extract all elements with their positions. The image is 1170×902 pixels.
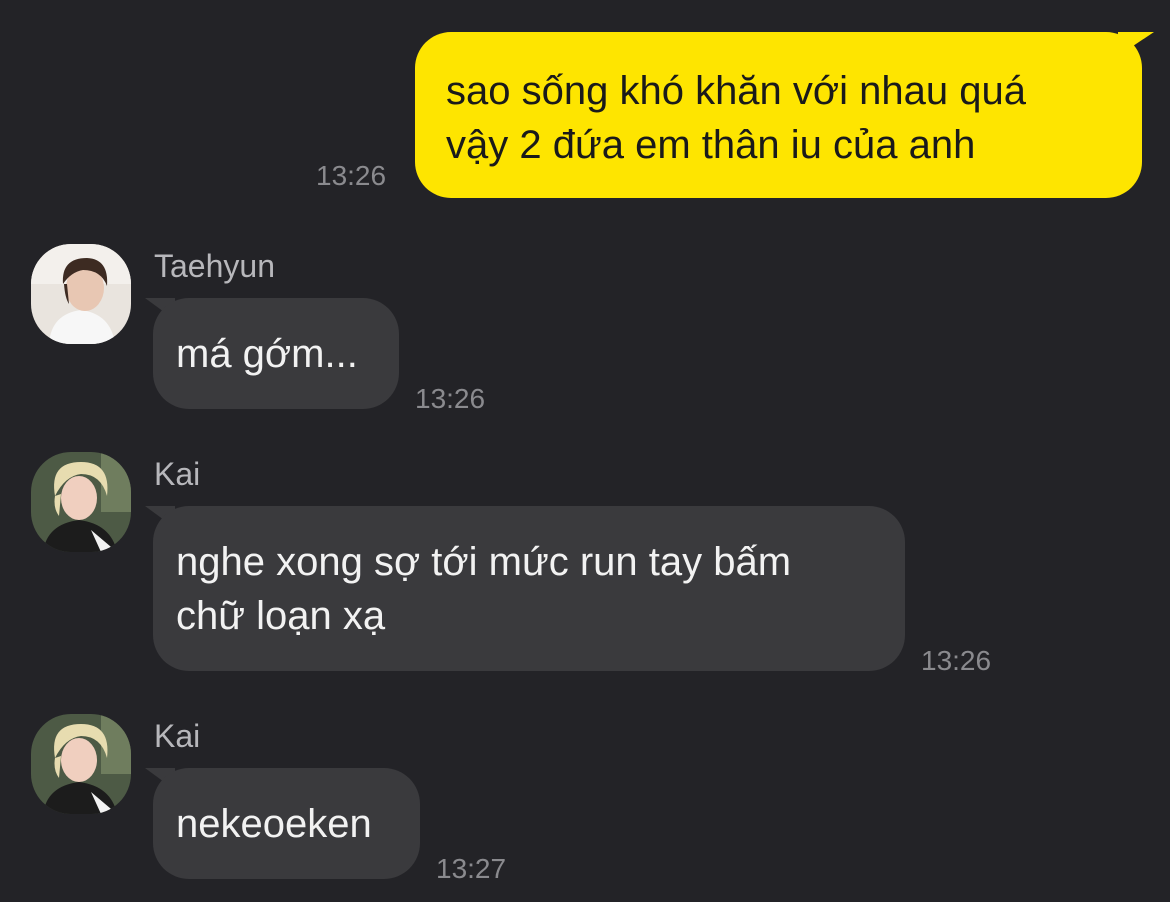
message-text-line: má gớm...: [176, 332, 358, 376]
message-timestamp: 13:26: [921, 645, 992, 676]
message-text-line: nekeoeken: [176, 802, 372, 846]
incoming-message-bubble[interactable]: nekeoeken: [153, 768, 420, 879]
message-timestamp: 13:26: [316, 160, 387, 191]
incoming-message-bubble[interactable]: nghe xong sợ tới mức run tay bấm chữ loạ…: [153, 506, 905, 671]
taehyun-avatar-photo: [31, 244, 131, 344]
message-text-line: vậy 2 đứa em thân iu của anh: [446, 123, 976, 167]
message-text-line: nghe xong sợ tới mức run tay bấm: [176, 540, 792, 584]
incoming-message-bubble[interactable]: má gớm...: [153, 298, 399, 409]
message-timestamp: 13:27: [436, 853, 507, 884]
chat-thread: sao sống khó khăn với nhau quá vậy 2 đứa…: [0, 0, 1170, 902]
kai-avatar-photo: [31, 452, 131, 552]
message-timestamp: 13:26: [415, 383, 486, 414]
message-text-line: chữ loạn xạ: [176, 594, 386, 638]
message-text-line: sao sống khó khăn với nhau quá: [446, 69, 1026, 113]
avatar[interactable]: [31, 244, 131, 344]
avatar[interactable]: [31, 714, 131, 814]
sender-name: Kai: [154, 718, 201, 754]
sender-name: Taehyun: [154, 248, 275, 284]
outgoing-message-bubble[interactable]: sao sống khó khăn với nhau quá vậy 2 đứa…: [415, 32, 1142, 198]
sender-name: Kai: [154, 456, 201, 492]
avatar[interactable]: [31, 452, 131, 552]
kai-avatar-photo: [31, 714, 131, 814]
